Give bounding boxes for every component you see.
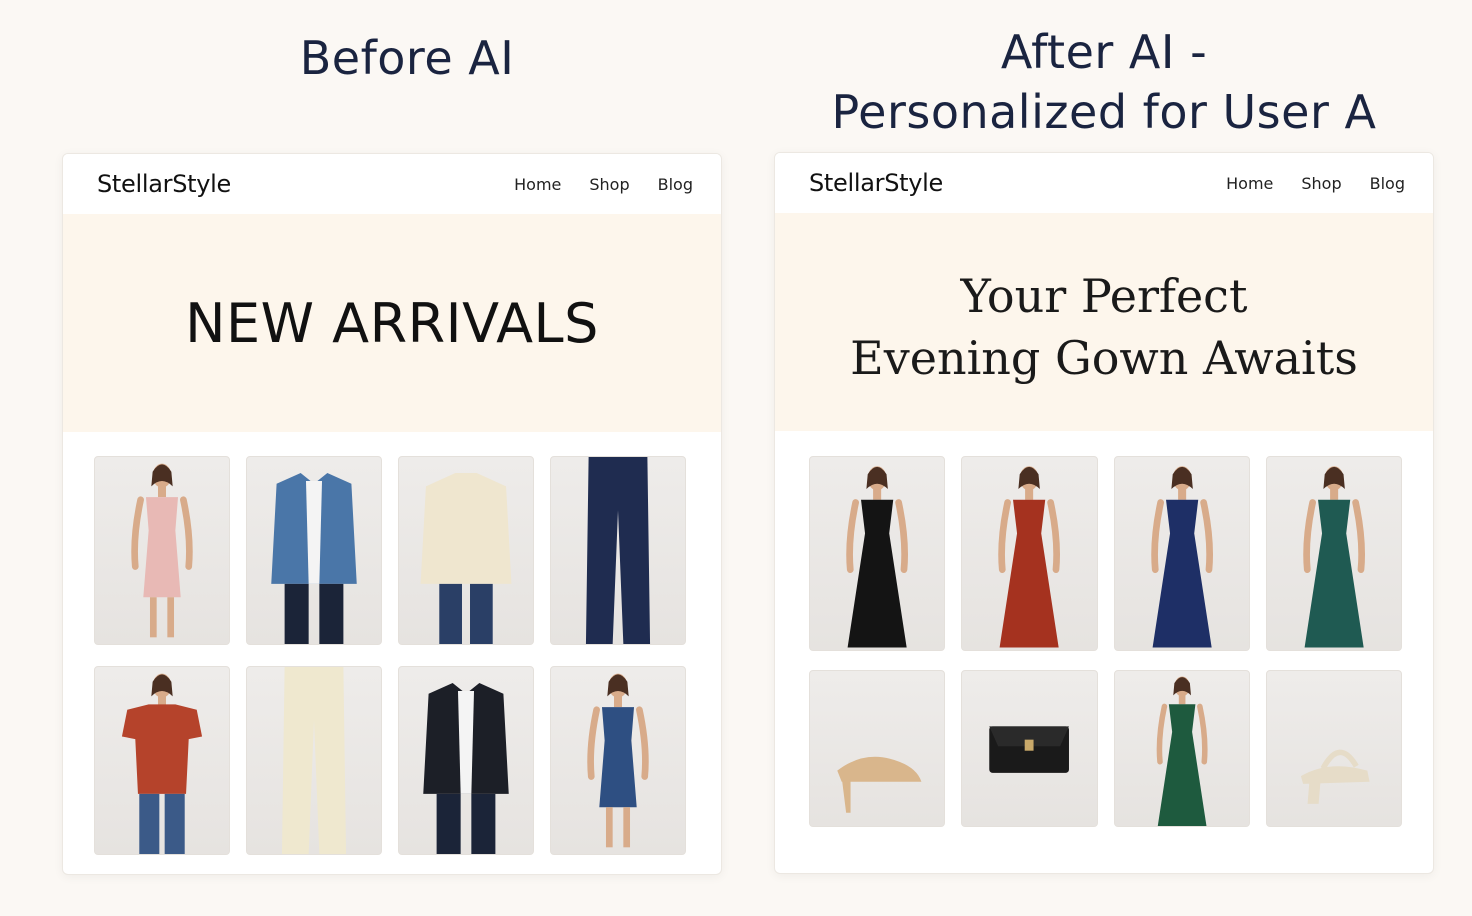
cream-trousers-icon [281,667,347,854]
rust-tshirt-icon [121,673,203,854]
hero-heading: Your Perfect Evening Gown Awaits [850,255,1358,389]
product-grid [809,456,1402,827]
nav-shop-link[interactable]: Shop [1301,174,1341,193]
cream-sweater-icon [420,473,512,644]
product-card[interactable] [398,666,534,855]
black-blazer-icon [423,683,509,854]
after-ai-title-line2: Personalized for User A [831,85,1377,139]
nav-links: Home Shop Blog [1226,174,1405,193]
nav-blog-link[interactable]: Blog [658,175,693,194]
product-card[interactable] [809,456,946,651]
red-gown-icon [998,466,1061,648]
hero-heading-line2: Evening Gown Awaits [850,331,1358,385]
product-grid [94,456,686,855]
denim-jacket-icon [271,473,357,644]
brand-logo[interactable]: StellarStyle [97,170,231,198]
product-card[interactable] [809,670,946,827]
nav-home-link[interactable]: Home [514,175,561,194]
after-ai-title: After AI - Personalized for User A [774,22,1434,142]
product-card[interactable] [94,666,230,855]
nude-heels-icon [837,756,922,813]
nav-blog-link[interactable]: Blog [1370,174,1405,193]
blue-lace-dress-icon [587,673,649,848]
black-gown-icon [846,466,908,648]
after-ai-storefront: StellarStyle Home Shop Blog Your Perfect… [774,152,1434,874]
green-sequin-dress-icon [1303,466,1365,648]
navbar: StellarStyle Home Shop Blog [63,154,721,214]
product-card[interactable] [246,456,382,645]
before-ai-title: Before AI [299,31,515,85]
before-ai-storefront: StellarStyle Home Shop Blog NEW ARRIVALS [62,153,722,875]
product-card[interactable] [1265,670,1402,827]
hero-heading-line1: Your Perfect [960,269,1248,323]
brand-logo[interactable]: StellarStyle [809,169,943,197]
cream-sandals-icon [1300,749,1370,804]
hero-banner: Your Perfect Evening Gown Awaits [775,213,1433,431]
after-ai-title-line1: After AI - [1000,25,1208,79]
green-midi-dress-icon [1156,676,1208,826]
navy-gown-icon [1150,466,1213,648]
product-card[interactable] [961,670,1098,827]
black-clutch-icon [989,726,1070,773]
product-card[interactable] [1113,456,1250,651]
product-card[interactable] [961,456,1098,651]
product-card[interactable] [94,456,230,645]
nav-links: Home Shop Blog [514,175,693,194]
nav-shop-link[interactable]: Shop [589,175,629,194]
product-card[interactable] [550,456,686,645]
product-card[interactable] [550,666,686,855]
product-card[interactable] [1265,456,1402,651]
navbar: StellarStyle Home Shop Blog [775,153,1433,213]
navy-trousers-icon [585,457,651,644]
product-card[interactable] [398,456,534,645]
pink-midi-dress-icon [131,463,193,638]
nav-home-link[interactable]: Home [1226,174,1273,193]
hero-heading: NEW ARRIVALS [185,291,599,355]
product-card[interactable] [246,666,382,855]
product-card[interactable] [1113,670,1250,827]
hero-banner: NEW ARRIVALS [63,214,721,432]
